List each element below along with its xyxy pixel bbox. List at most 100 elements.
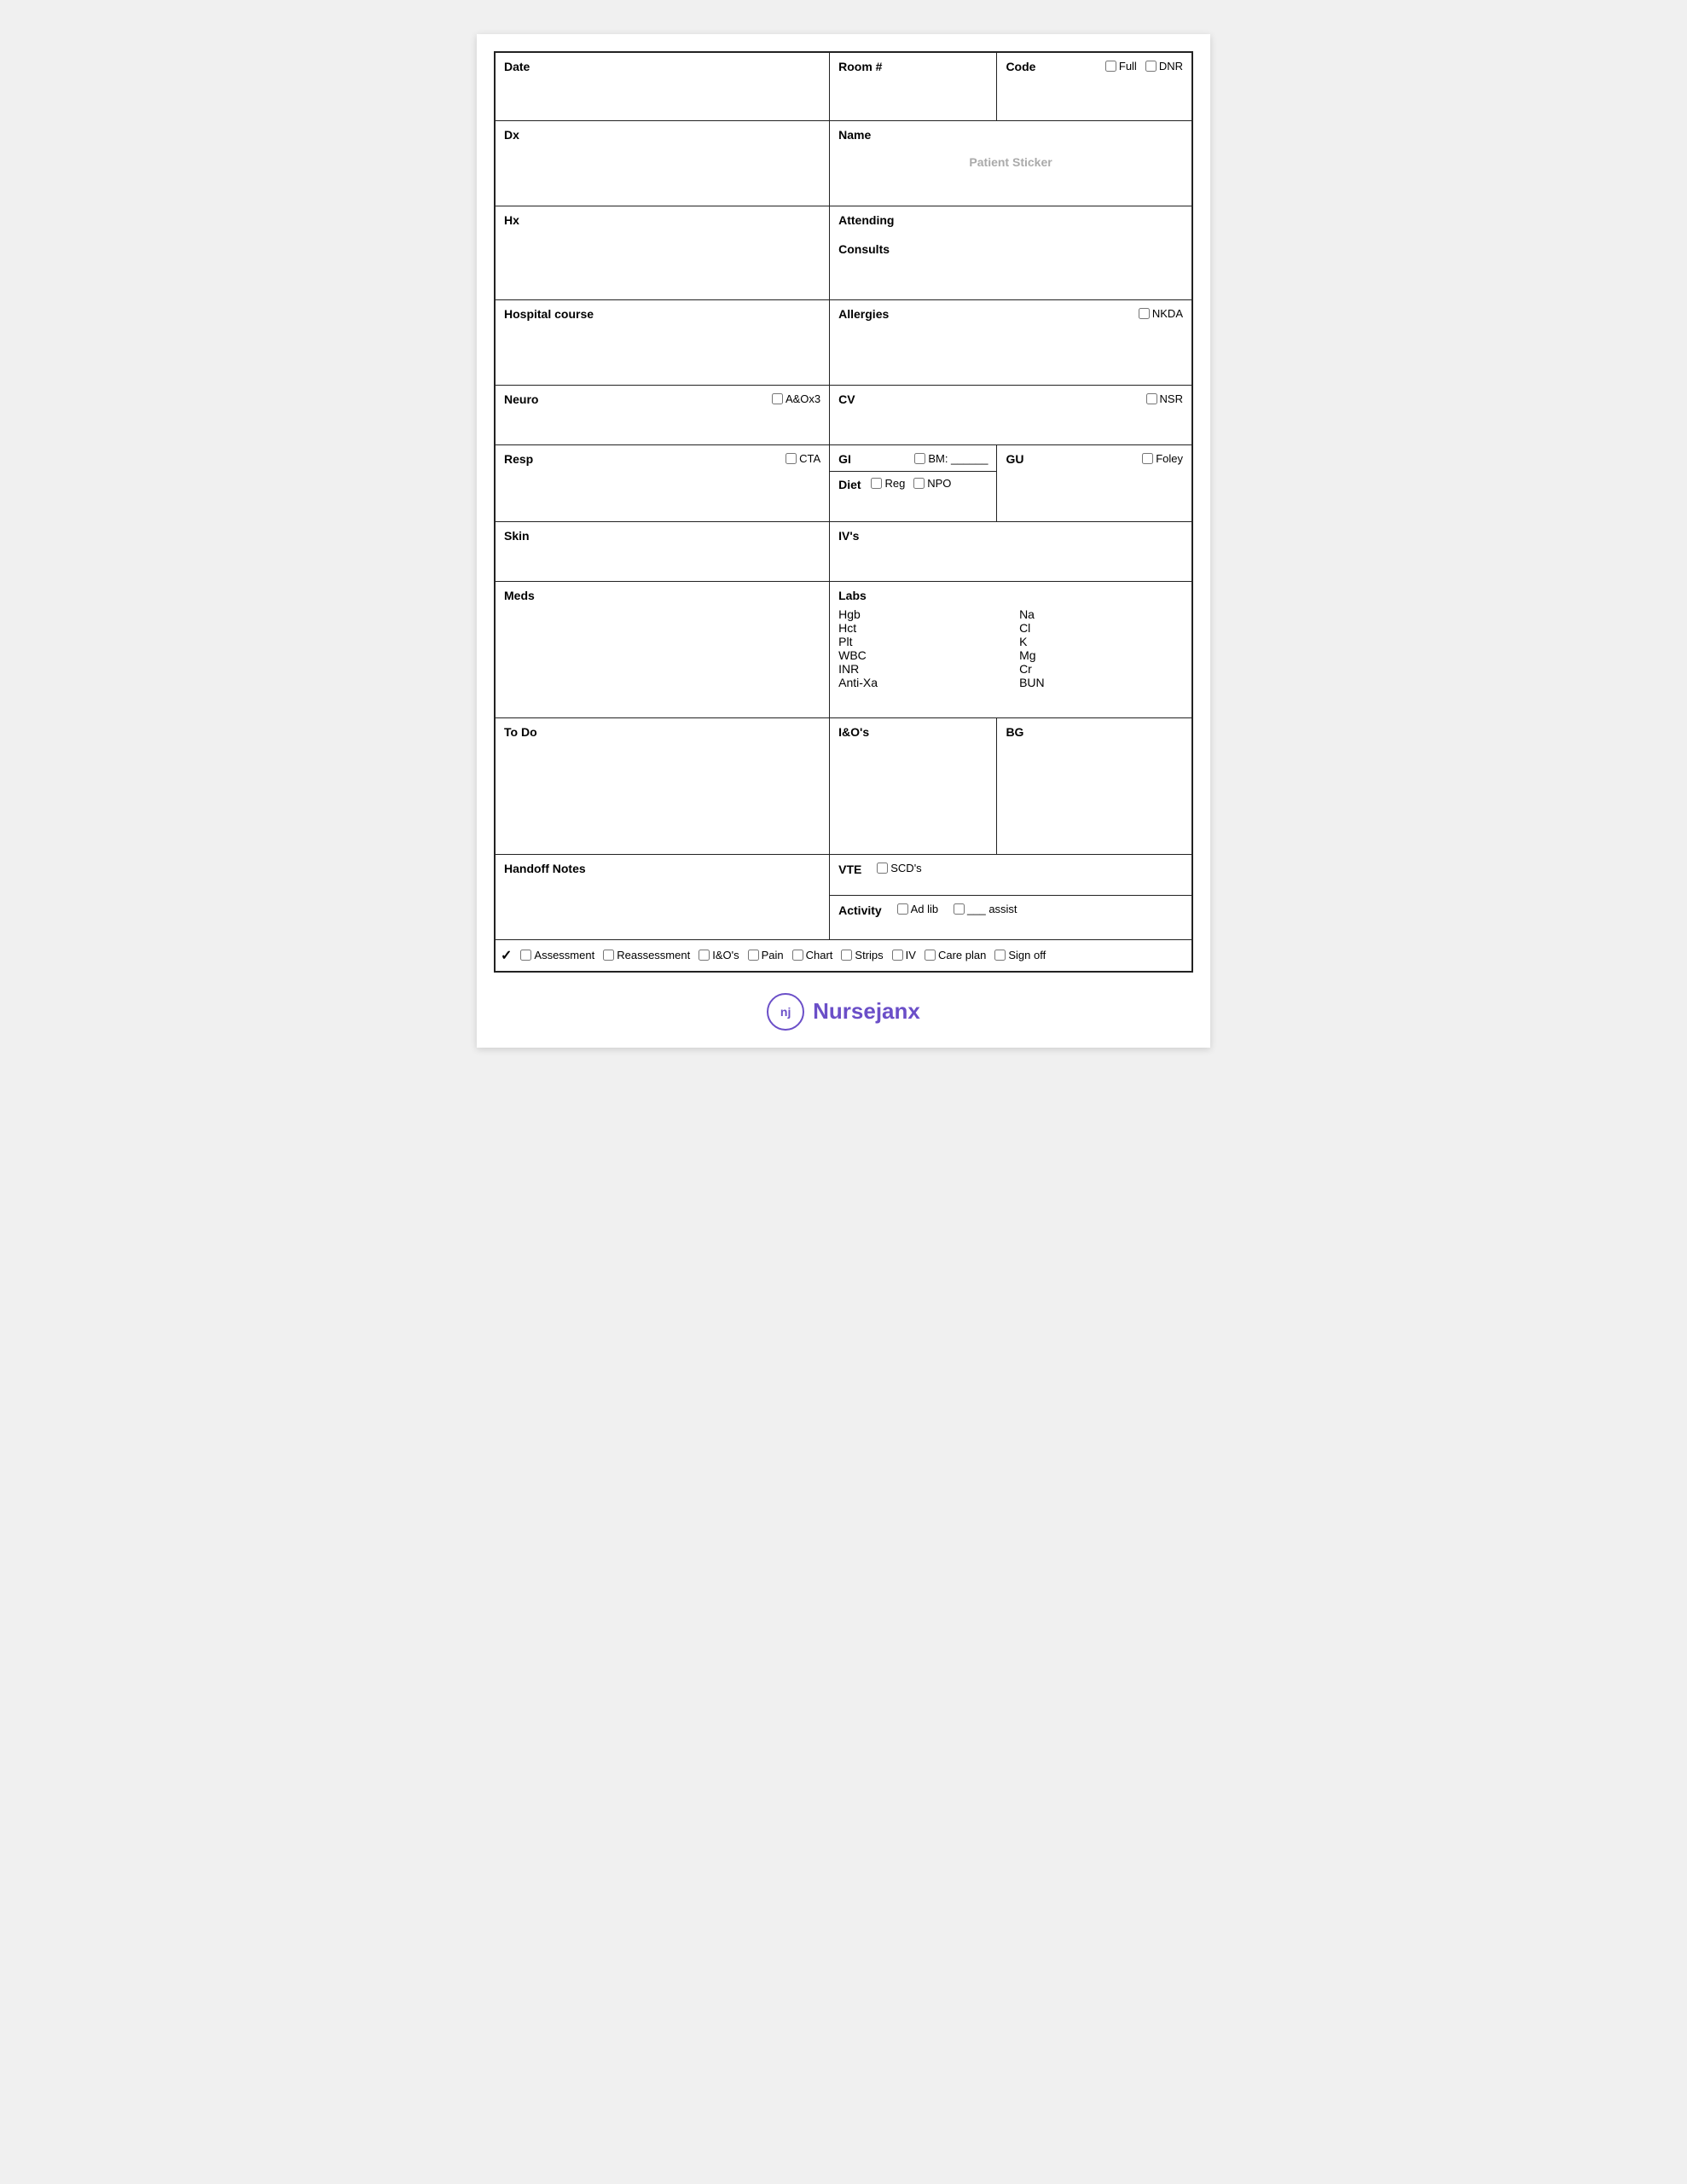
chart-checkbox-item: Chart: [792, 949, 833, 961]
reassessment-label: Reassessment: [617, 949, 690, 961]
code-cell: Code Full DNR: [997, 52, 1192, 120]
dx-cell: Dx: [495, 120, 830, 206]
adlib-checkbox-item: Ad lib: [897, 903, 939, 915]
signoff-label: Sign off: [1008, 949, 1046, 961]
name-cell: Name Patient Sticker: [830, 120, 1192, 206]
bg-label: BG: [1006, 725, 1023, 739]
nsr-checkbox-item: NSR: [1146, 392, 1183, 405]
assessment-checkbox-item: Assessment: [520, 949, 594, 961]
strips-checkbox[interactable]: [841, 950, 852, 961]
aox3-checkbox-item: A&Ox3: [772, 392, 820, 405]
row-footer: ✓ Assessment Reassessment I&O's: [495, 939, 1192, 972]
allergies-label: Allergies: [838, 307, 889, 321]
gu-cell: GU Foley: [997, 444, 1192, 521]
iv-label: IV: [906, 949, 916, 961]
careplan-checkbox-item: Care plan: [925, 949, 986, 961]
hx-cell: Hx: [495, 206, 830, 299]
assessment-checkbox[interactable]: [520, 950, 531, 961]
dnr-checkbox-item: DNR: [1145, 60, 1183, 73]
lab-cr: Cr: [1019, 662, 1183, 676]
foley-checkbox[interactable]: [1142, 453, 1153, 464]
assist-label: ___ assist: [967, 903, 1017, 915]
npo-checkbox[interactable]: [913, 478, 925, 489]
labs-cell: Labs Hgb Hct Plt WBC INR Anti-Xa Na Cl K: [830, 581, 1192, 717]
footer-ios-checkbox[interactable]: [699, 950, 710, 961]
npo-checkbox-item: NPO: [913, 477, 951, 490]
date-cell: Date: [495, 52, 830, 120]
attending-label: Attending: [838, 213, 894, 227]
full-checkbox[interactable]: [1105, 61, 1116, 72]
scds-checkbox[interactable]: [877, 863, 888, 874]
lab-hgb: Hgb: [838, 607, 1002, 621]
iv-checkbox[interactable]: [892, 950, 903, 961]
logo-text: Nursejanx: [813, 998, 920, 1025]
checkmark: ✓: [501, 947, 512, 964]
row-todo-ios-bg: To Do I&O's BG: [495, 717, 1192, 854]
assist-checkbox[interactable]: [954, 903, 965, 915]
pain-checkbox[interactable]: [748, 950, 759, 961]
assist-checkbox-item: ___ assist: [954, 903, 1017, 915]
dnr-checkbox[interactable]: [1145, 61, 1157, 72]
dx-label: Dx: [504, 128, 519, 142]
ivs-label: IV's: [838, 529, 859, 543]
handoff-label: Handoff Notes: [504, 862, 586, 875]
logo-brand-text: Nurse: [813, 998, 876, 1024]
skin-cell: Skin: [495, 521, 830, 581]
bm-checkbox-item: BM: ______: [914, 452, 988, 465]
vte-cell: VTE SCD's: [830, 854, 1192, 895]
skin-label: Skin: [504, 529, 530, 543]
pain-checkbox-item: Pain: [748, 949, 784, 961]
lab-k: K: [1019, 635, 1183, 648]
resp-cell: Resp CTA: [495, 444, 830, 521]
row-date-room-code: Date Room # Code Full DNR: [495, 52, 1192, 120]
reg-label: Reg: [884, 477, 905, 490]
room-label: Room #: [838, 60, 882, 73]
meds-cell: Meds: [495, 581, 830, 717]
hx-label: Hx: [504, 213, 519, 227]
reassessment-checkbox-item: Reassessment: [603, 949, 690, 961]
footer-items: ✓ Assessment Reassessment I&O's: [501, 947, 1186, 964]
row-handoff-vte: Handoff Notes VTE SCD's: [495, 854, 1192, 895]
aox3-checkbox[interactable]: [772, 393, 783, 404]
cv-label: CV: [838, 392, 855, 406]
activity-label: Activity: [838, 903, 882, 917]
signoff-checkbox[interactable]: [994, 950, 1006, 961]
adlib-checkbox[interactable]: [897, 903, 908, 915]
attending-cell: Attending Consults: [830, 206, 1192, 299]
reassessment-checkbox[interactable]: [603, 950, 614, 961]
lab-plt: Plt: [838, 635, 1002, 648]
careplan-label: Care plan: [938, 949, 986, 961]
careplan-checkbox[interactable]: [925, 950, 936, 961]
strips-checkbox-item: Strips: [841, 949, 883, 961]
chart-label: Chart: [806, 949, 833, 961]
resp-label: Resp: [504, 452, 533, 466]
room-cell: Room #: [830, 52, 997, 120]
nkda-label: NKDA: [1152, 307, 1183, 320]
name-label: Name: [838, 128, 871, 142]
row-skin-ivs: Skin IV's: [495, 521, 1192, 581]
signoff-checkbox-item: Sign off: [994, 949, 1046, 961]
bm-checkbox[interactable]: [914, 453, 925, 464]
iv-checkbox-item: IV: [892, 949, 916, 961]
nsr-label: NSR: [1160, 392, 1183, 405]
row-hospitalcourse-allergies: Hospital course Allergies NKDA: [495, 299, 1192, 385]
neuro-cell: Neuro A&Ox3: [495, 385, 830, 444]
lab-wbc: WBC: [838, 648, 1002, 662]
cta-checkbox[interactable]: [786, 453, 797, 464]
nsr-checkbox[interactable]: [1146, 393, 1157, 404]
foley-checkbox-item: Foley: [1142, 452, 1183, 465]
assessment-label: Assessment: [534, 949, 594, 961]
reg-checkbox[interactable]: [871, 478, 882, 489]
adlib-label: Ad lib: [911, 903, 939, 915]
labs-label: Labs: [838, 589, 867, 602]
lab-cl: Cl: [1019, 621, 1183, 635]
chart-checkbox[interactable]: [792, 950, 803, 961]
gi-diet-cell: GI BM: ______ Diet Reg: [830, 444, 997, 521]
activity-cell: Activity Ad lib ___ assist: [830, 895, 1192, 939]
row-meds-labs: Meds Labs Hgb Hct Plt WBC INR Anti-Xa Na: [495, 581, 1192, 717]
row-dx-name: Dx Name Patient Sticker: [495, 120, 1192, 206]
pain-label: Pain: [762, 949, 784, 961]
full-label: Full: [1119, 60, 1137, 73]
nkda-checkbox[interactable]: [1139, 308, 1150, 319]
lab-na: Na: [1019, 607, 1183, 621]
